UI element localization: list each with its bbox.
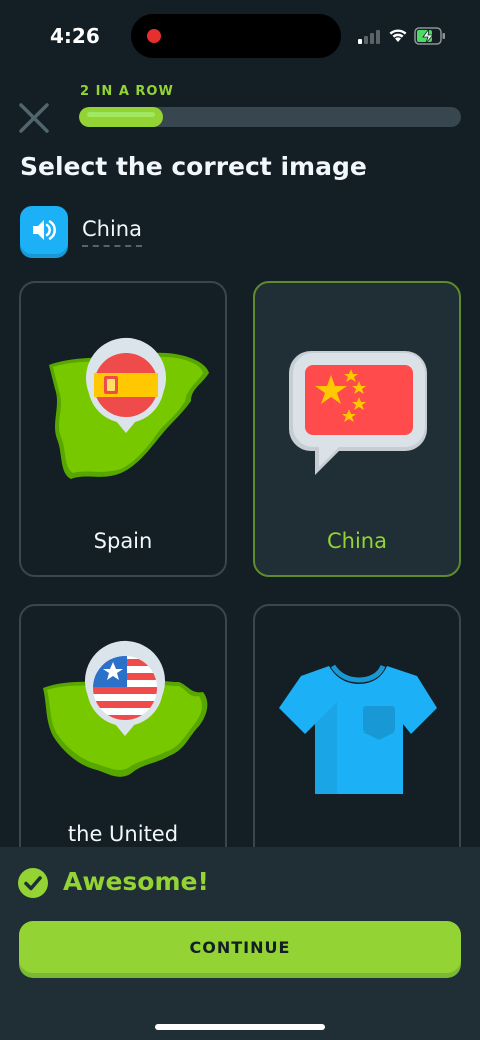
close-button[interactable]: [16, 100, 52, 136]
option-label: Spain: [93, 529, 153, 553]
option-card-united-states[interactable]: the United: [19, 604, 227, 864]
wifi-icon: [389, 29, 407, 42]
dynamic-island: [131, 14, 341, 58]
checkmark-icon: [18, 868, 48, 898]
battery-charging-icon: [414, 27, 445, 45]
usa-map-icon: [43, 640, 208, 777]
streak-label: 2 IN A ROW: [80, 84, 174, 99]
prompt-word-underline: [82, 245, 142, 247]
feedback-message: Awesome!: [63, 867, 209, 896]
t-shirt-icon: [279, 664, 437, 794]
status-time: 4:26: [50, 24, 100, 48]
option-card-china[interactable]: China: [253, 281, 461, 577]
spain-map-icon: [49, 337, 209, 479]
page-title: Select the correct image: [20, 152, 367, 181]
cellular-signal-icon: [358, 30, 380, 44]
speaker-icon: [33, 220, 56, 240]
china-flag-speech-icon: [289, 351, 427, 475]
option-card-t-shirt[interactable]: [253, 604, 461, 864]
option-label: China: [327, 529, 387, 553]
lesson-progress-bar: [79, 107, 461, 127]
recording-indicator-icon: [147, 29, 161, 43]
status-bar: 4:26: [0, 0, 480, 72]
progress-fill: [79, 107, 164, 127]
home-indicator[interactable]: [155, 1024, 325, 1030]
option-label: the United: [67, 822, 179, 846]
option-card-spain[interactable]: Spain: [19, 281, 227, 577]
continue-button-label: CONTINUE: [189, 937, 291, 957]
continue-button[interactable]: CONTINUE: [19, 921, 461, 973]
play-audio-button[interactable]: [20, 206, 68, 254]
prompt-word[interactable]: China: [82, 217, 142, 241]
